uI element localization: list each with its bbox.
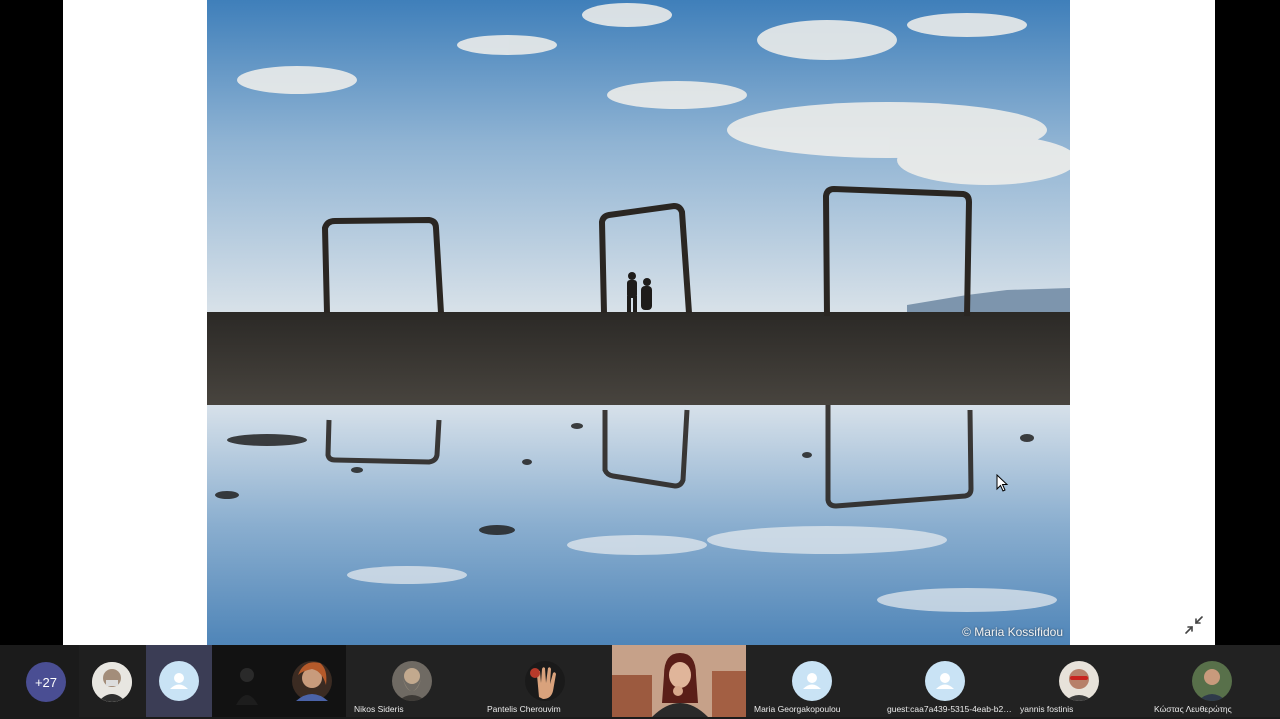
participant-tile[interactable]: Κώστας Λευθερώτης xyxy=(1146,645,1280,717)
participant-name: guest:caa7a439-5315-4eab-b26d-2... xyxy=(887,704,1012,714)
avatar xyxy=(525,661,565,701)
presentation-stage: © Maria Kossifidou xyxy=(0,0,1280,645)
participant-tile[interactable] xyxy=(212,645,346,717)
participant-video xyxy=(212,645,346,717)
participant-tile[interactable]: Maria Georgakopoulou xyxy=(746,645,879,717)
participant-tile[interactable] xyxy=(79,645,146,717)
more-participants-button[interactable]: +27 xyxy=(26,662,66,702)
participant-tile[interactable]: yannis fostinis xyxy=(1012,645,1146,717)
avatar xyxy=(92,662,132,702)
participant-name: yannis fostinis xyxy=(1020,704,1074,714)
participant-name: Κώστας Λευθερώτης xyxy=(1154,704,1232,714)
participant-tile[interactable]: Nikos Sideris xyxy=(346,645,479,717)
participant-tile[interactable] xyxy=(146,645,212,717)
shared-slide: © Maria Kossifidou xyxy=(63,0,1215,645)
participant-tile[interactable]: guest:caa7a439-5315-4eab-b26d-2... xyxy=(879,645,1012,717)
person-icon xyxy=(792,661,832,701)
participant-name: Pantelis Cherouvim xyxy=(487,704,561,714)
photo-credit: © Maria Kossifidou xyxy=(962,625,1063,639)
participant-video xyxy=(612,645,746,717)
person-icon xyxy=(925,661,965,701)
collapse-icon[interactable] xyxy=(1182,613,1206,637)
participant-name: Nikos Sideris xyxy=(354,704,404,714)
participant-tile[interactable] xyxy=(612,645,746,717)
slide-photo: © Maria Kossifidou xyxy=(207,0,1070,645)
participant-name: Maria Georgakopoulou xyxy=(754,704,841,714)
participant-tile[interactable]: Pantelis Cherouvim xyxy=(479,645,612,717)
avatar xyxy=(392,661,432,701)
person-icon xyxy=(159,661,199,701)
participant-strip: +27 Nikos Sideris Pantelis Cherouvim Mar… xyxy=(0,645,1280,719)
avatar xyxy=(1192,661,1232,701)
avatar xyxy=(1059,661,1099,701)
